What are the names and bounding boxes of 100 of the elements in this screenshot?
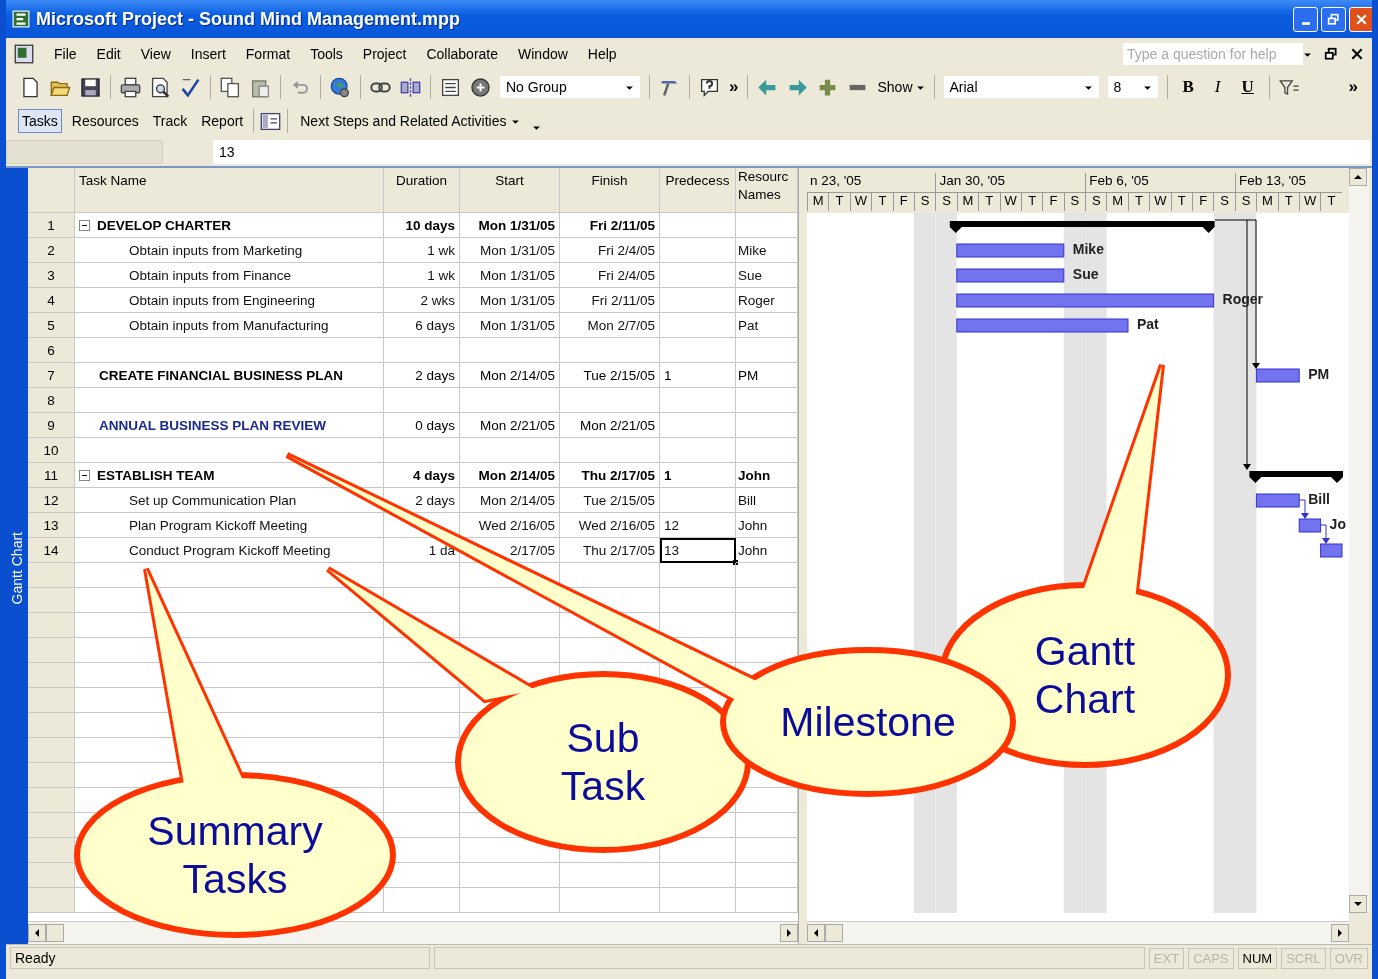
row-header[interactable]: 11 bbox=[28, 463, 75, 488]
select-all-cell[interactable] bbox=[28, 168, 75, 213]
column-header[interactable]: Finish bbox=[560, 168, 660, 213]
row-header[interactable]: 4 bbox=[28, 288, 75, 313]
italic-button[interactable]: I bbox=[1208, 77, 1227, 97]
printer-icon[interactable] bbox=[120, 76, 141, 98]
view-bar[interactable]: Gantt Chart bbox=[6, 168, 28, 944]
row-header[interactable]: 14 bbox=[28, 538, 75, 563]
collapse-toggle-icon[interactable] bbox=[79, 219, 90, 231]
scroll-right-icon[interactable] bbox=[780, 924, 798, 942]
guide-tab[interactable]: Tasks bbox=[18, 109, 62, 133]
status-indicator: NUM bbox=[1237, 947, 1278, 969]
menu-item[interactable]: File bbox=[44, 46, 87, 62]
column-header[interactable]: Start bbox=[460, 168, 560, 213]
dependency-arrow bbox=[1298, 499, 1309, 519]
window-title: Microsoft Project - Sound Mind Management.mpp bbox=[36, 8, 461, 30]
menu-item[interactable]: Help bbox=[577, 46, 627, 62]
row-header[interactable]: 9 bbox=[28, 413, 75, 438]
row-header[interactable]: 1 bbox=[28, 213, 75, 238]
toolbar-overflow-button[interactable]: » bbox=[1348, 77, 1358, 97]
new-document-icon[interactable] bbox=[20, 76, 41, 98]
save-icon[interactable] bbox=[80, 76, 101, 98]
copy-icon[interactable] bbox=[220, 76, 241, 98]
row-header[interactable]: 10 bbox=[28, 438, 75, 463]
scroll-down-icon[interactable] bbox=[1349, 895, 1367, 913]
menu-item[interactable]: Window bbox=[508, 46, 578, 62]
close-icon[interactable] bbox=[1350, 47, 1364, 61]
task-bar[interactable] bbox=[1255, 493, 1300, 508]
row-header[interactable]: 2 bbox=[28, 238, 75, 263]
underline-button[interactable]: U bbox=[1235, 77, 1260, 97]
start-date: Mon 2/14/05 bbox=[479, 492, 555, 508]
show-button[interactable]: Show bbox=[877, 79, 925, 95]
day-label: S bbox=[1070, 193, 1080, 210]
menu-item[interactable]: Project bbox=[352, 46, 417, 62]
guide-tab[interactable]: Track bbox=[148, 109, 192, 133]
row-header[interactable]: 5 bbox=[28, 313, 75, 338]
row-header[interactable]: 6 bbox=[28, 338, 75, 363]
day-label: T bbox=[985, 193, 994, 210]
horizontal-scrollbar[interactable] bbox=[807, 921, 1349, 944]
menu-item[interactable]: Format bbox=[235, 46, 301, 62]
help-search-field[interactable]: Type a question for help bbox=[1123, 43, 1303, 65]
task-bar[interactable] bbox=[1255, 368, 1300, 383]
bold-button[interactable]: B bbox=[1176, 77, 1200, 97]
menu-item[interactable]: Tools bbox=[300, 46, 353, 62]
scroll-up-icon[interactable] bbox=[1349, 168, 1367, 186]
font-size-dropdown[interactable]: 8 bbox=[1107, 76, 1158, 98]
duration-value: 2 days bbox=[415, 492, 455, 508]
row-header[interactable]: 7 bbox=[28, 363, 75, 388]
group-dropdown[interactable]: No Group bbox=[500, 76, 640, 98]
restore-icon[interactable] bbox=[1324, 47, 1338, 61]
scroll-left-icon[interactable] bbox=[28, 924, 46, 942]
task-bar[interactable] bbox=[1298, 518, 1322, 533]
predecessor-value: 1 bbox=[664, 367, 672, 383]
globe-icon[interactable] bbox=[330, 76, 351, 98]
day-label: W bbox=[854, 193, 868, 210]
scroll-thumb[interactable] bbox=[46, 924, 64, 942]
day-label: S bbox=[1091, 193, 1101, 210]
scroll-thumb[interactable] bbox=[825, 924, 843, 942]
task-bar[interactable] bbox=[1320, 543, 1343, 558]
row-header[interactable]: 12 bbox=[28, 488, 75, 513]
row-header[interactable]: 13 bbox=[28, 513, 75, 538]
guide-tab[interactable]: Resources bbox=[67, 109, 143, 133]
collapse-toggle-icon[interactable] bbox=[79, 469, 90, 481]
menu-item[interactable]: Insert bbox=[180, 46, 236, 62]
table-cell[interactable]: 13 bbox=[660, 538, 736, 563]
column-header[interactable]: Task Name bbox=[75, 168, 384, 213]
finish-date: Wed 2/16/05 bbox=[578, 517, 655, 533]
guide-tab[interactable]: Report bbox=[197, 109, 248, 133]
task-name: Conduct Program Kickoff Meeting bbox=[129, 542, 331, 558]
help-icon[interactable] bbox=[699, 76, 720, 98]
entry-field[interactable]: 13 bbox=[213, 140, 1370, 164]
summary-bar[interactable] bbox=[1249, 471, 1343, 483]
minimize-button[interactable] bbox=[1293, 6, 1318, 32]
menu-item[interactable]: View bbox=[130, 46, 181, 62]
menu-item[interactable]: Edit bbox=[86, 46, 131, 62]
toolbar-overflow-button[interactable]: » bbox=[729, 77, 739, 97]
print-preview-icon[interactable] bbox=[150, 76, 171, 98]
start-date: Mon 2/21/05 bbox=[479, 417, 555, 433]
row-header[interactable]: 3 bbox=[28, 263, 75, 288]
column-header[interactable]: Predecess bbox=[660, 168, 736, 213]
close-button[interactable] bbox=[1349, 6, 1372, 32]
column-header[interactable]: Duration bbox=[384, 168, 460, 213]
scroll-left-icon[interactable] bbox=[807, 924, 825, 942]
fill-handle[interactable] bbox=[733, 560, 738, 565]
day-label: T bbox=[878, 193, 887, 210]
spelling-icon[interactable] bbox=[180, 76, 201, 98]
scroll-right-icon[interactable] bbox=[1331, 924, 1349, 942]
task-information-icon[interactable] bbox=[440, 76, 461, 98]
vertical-scrollbar[interactable] bbox=[1349, 168, 1369, 944]
guide-dropdown[interactable]: Next Steps and Related Activities bbox=[294, 112, 527, 130]
unlink-icon[interactable] bbox=[400, 76, 421, 98]
menu-item[interactable]: Collaborate bbox=[416, 46, 508, 62]
scrollbar-corner bbox=[1349, 913, 1369, 944]
row-header[interactable]: 8 bbox=[28, 388, 75, 413]
font-dropdown[interactable]: Arial bbox=[943, 76, 1099, 98]
column-header[interactable]: Resourc Names bbox=[736, 168, 798, 213]
side-pane-icon[interactable] bbox=[260, 110, 282, 132]
day-label: S bbox=[1241, 193, 1251, 210]
summary-bar[interactable] bbox=[949, 221, 1215, 233]
restore-button[interactable] bbox=[1321, 6, 1346, 32]
